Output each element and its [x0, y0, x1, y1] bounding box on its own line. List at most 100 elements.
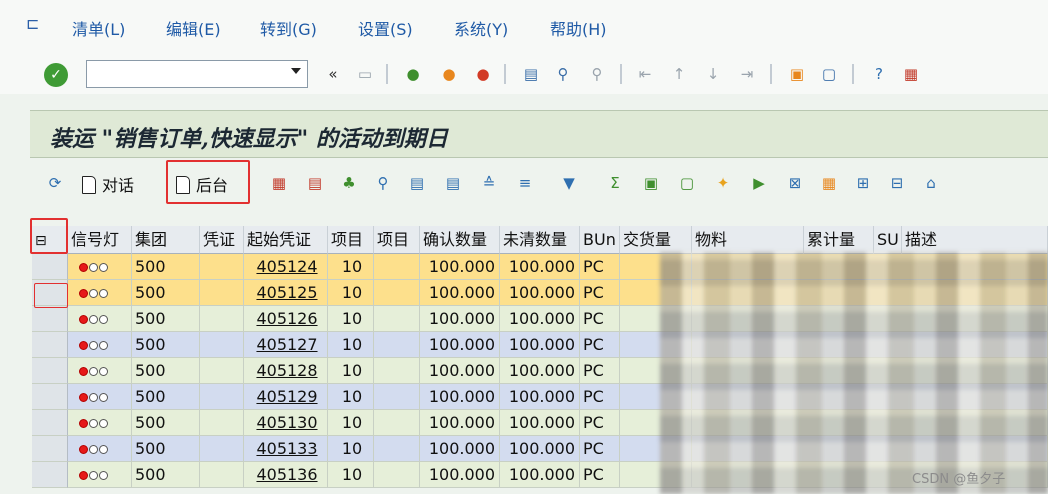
menu-edit[interactable]: 编辑(E) — [166, 16, 221, 40]
col-open-qty[interactable]: 未清数量 — [500, 226, 580, 254]
toolbar-separator — [852, 64, 854, 84]
cancel-icon[interactable]: ● — [472, 62, 494, 86]
col-confirmed-qty[interactable]: 确认数量 — [420, 226, 500, 254]
export-icon[interactable]: ✦ — [712, 172, 734, 194]
select-layout-icon[interactable]: ⊟ — [886, 172, 908, 194]
spreadsheet-icon[interactable]: ▦ — [818, 172, 840, 194]
menu-system[interactable]: 系统(Y) — [454, 16, 508, 40]
col-group[interactable]: 集团 — [132, 226, 200, 254]
previous-page-icon[interactable]: ↑ — [668, 62, 690, 86]
document-link[interactable]: 405127 — [256, 335, 317, 354]
row-selector[interactable] — [32, 384, 68, 410]
confirmed-qty-cell: 100.000 — [420, 280, 500, 306]
sort-ascending-icon[interactable]: ≙ — [478, 172, 500, 194]
first-page-icon[interactable]: ⇤ — [634, 62, 656, 86]
document-icon — [82, 176, 96, 194]
document-link[interactable]: 405126 — [256, 309, 317, 328]
save-icon[interactable]: ▭ — [354, 62, 376, 86]
command-field[interactable] — [86, 60, 308, 88]
document-link[interactable]: 405125 — [256, 283, 317, 302]
row-selector[interactable] — [32, 358, 68, 384]
item-cell: 10 — [328, 436, 374, 462]
col-su[interactable]: SU — [874, 226, 902, 254]
col-bun[interactable]: BUn — [580, 226, 620, 254]
col-start-doc[interactable]: 起始凭证 — [244, 226, 328, 254]
col-delivery-qty[interactable]: 交货量 — [620, 226, 692, 254]
menu-goto[interactable]: 转到(G) — [260, 16, 317, 40]
layout-icon[interactable]: ▦ — [900, 62, 922, 86]
document-link[interactable]: 405124 — [256, 257, 317, 276]
last-page-icon[interactable]: ⇥ — [736, 62, 758, 86]
col-cumulative-qty[interactable]: 累计量 — [804, 226, 874, 254]
document-link[interactable]: 405136 — [256, 465, 317, 484]
search-icon[interactable]: ⚲ — [372, 172, 394, 194]
group-cell: 500 — [132, 358, 200, 384]
menu-help[interactable]: 帮助(H) — [550, 16, 607, 40]
exit-icon[interactable]: ● — [438, 62, 460, 86]
sort-descending-icon[interactable]: ≡ — [514, 172, 536, 194]
col-item[interactable]: 项目 — [328, 226, 374, 254]
traffic-light-icon — [79, 471, 108, 480]
row-selector[interactable] — [32, 462, 68, 488]
print-preview-icon[interactable]: ▢ — [676, 172, 698, 194]
refresh-icon[interactable]: ⟳ — [44, 172, 66, 194]
find-icon[interactable]: ⚲ — [552, 62, 574, 86]
bun-cell: PC — [580, 384, 620, 410]
col-voucher[interactable]: 凭证 — [200, 226, 244, 254]
row-selector[interactable] — [32, 436, 68, 462]
open-qty-cell: 100.000 — [500, 280, 580, 306]
document-link[interactable]: 405129 — [256, 387, 317, 406]
find-next-icon[interactable]: ⚲ — [586, 62, 608, 86]
row-selector[interactable] — [32, 306, 68, 332]
hierarchy-icon[interactable]: ♣ — [338, 172, 360, 194]
send-icon[interactable]: ▶ — [748, 172, 770, 194]
select-all-icon[interactable]: ▤ — [406, 172, 428, 194]
word-processing-icon[interactable]: ⊠ — [784, 172, 806, 194]
start-doc-cell[interactable]: 405127 — [244, 332, 328, 358]
menu-list[interactable]: 清单(L) — [72, 16, 125, 40]
next-page-icon[interactable]: ↓ — [702, 62, 724, 86]
start-doc-cell[interactable]: 405129 — [244, 384, 328, 410]
create-session-icon[interactable]: ▣ — [786, 62, 808, 86]
menu-icon[interactable]: ⊏ — [26, 13, 48, 35]
start-doc-cell[interactable]: 405126 — [244, 306, 328, 332]
start-doc-cell[interactable]: 405124 — [244, 254, 328, 280]
shortcut-icon[interactable]: ▢ — [818, 62, 840, 86]
dialog-button[interactable]: 对话 — [82, 172, 134, 196]
ok-icon[interactable]: ✓ — [44, 63, 68, 87]
item-cell: 10 — [328, 384, 374, 410]
col-material[interactable]: 物料 — [692, 226, 804, 254]
print-icon[interactable]: ▤ — [520, 62, 542, 86]
start-doc-cell[interactable]: 405136 — [244, 462, 328, 488]
details-icon[interactable]: ▦ — [268, 172, 290, 194]
bun-cell: PC — [580, 254, 620, 280]
col-description[interactable]: 描述 — [902, 226, 1048, 254]
document-link[interactable]: 405133 — [256, 439, 317, 458]
start-doc-cell[interactable]: 405128 — [244, 358, 328, 384]
open-qty-cell: 100.000 — [500, 384, 580, 410]
delete-icon[interactable]: ⌂ — [920, 172, 942, 194]
start-doc-cell[interactable]: 405125 — [244, 280, 328, 306]
document-link[interactable]: 405130 — [256, 413, 317, 432]
row-selector[interactable] — [32, 254, 68, 280]
sum-icon[interactable]: Σ — [604, 172, 626, 194]
col-traffic-light[interactable]: 信号灯 — [68, 226, 132, 254]
filter-icon[interactable]: ▼ — [558, 172, 580, 194]
deselect-all-icon[interactable]: ▤ — [442, 172, 464, 194]
tree-icon[interactable]: ▤ — [304, 172, 326, 194]
menu-settings[interactable]: 设置(S) — [358, 16, 413, 40]
change-layout-icon[interactable]: ⊞ — [852, 172, 874, 194]
start-doc-cell[interactable]: 405130 — [244, 410, 328, 436]
row-selector[interactable] — [32, 332, 68, 358]
chevron-down-icon[interactable] — [291, 68, 301, 74]
traffic-light-icon — [79, 315, 108, 324]
item-cell: 10 — [328, 410, 374, 436]
document-link[interactable]: 405128 — [256, 361, 317, 380]
back-icon[interactable]: ● — [402, 62, 424, 86]
double-chevron-left-icon[interactable]: « — [322, 62, 344, 86]
start-doc-cell[interactable]: 405133 — [244, 436, 328, 462]
help-icon[interactable]: ? — [868, 62, 890, 86]
row-selector[interactable] — [32, 410, 68, 436]
subtotal-icon[interactable]: ▣ — [640, 172, 662, 194]
col-item-2[interactable]: 项目 — [374, 226, 420, 254]
